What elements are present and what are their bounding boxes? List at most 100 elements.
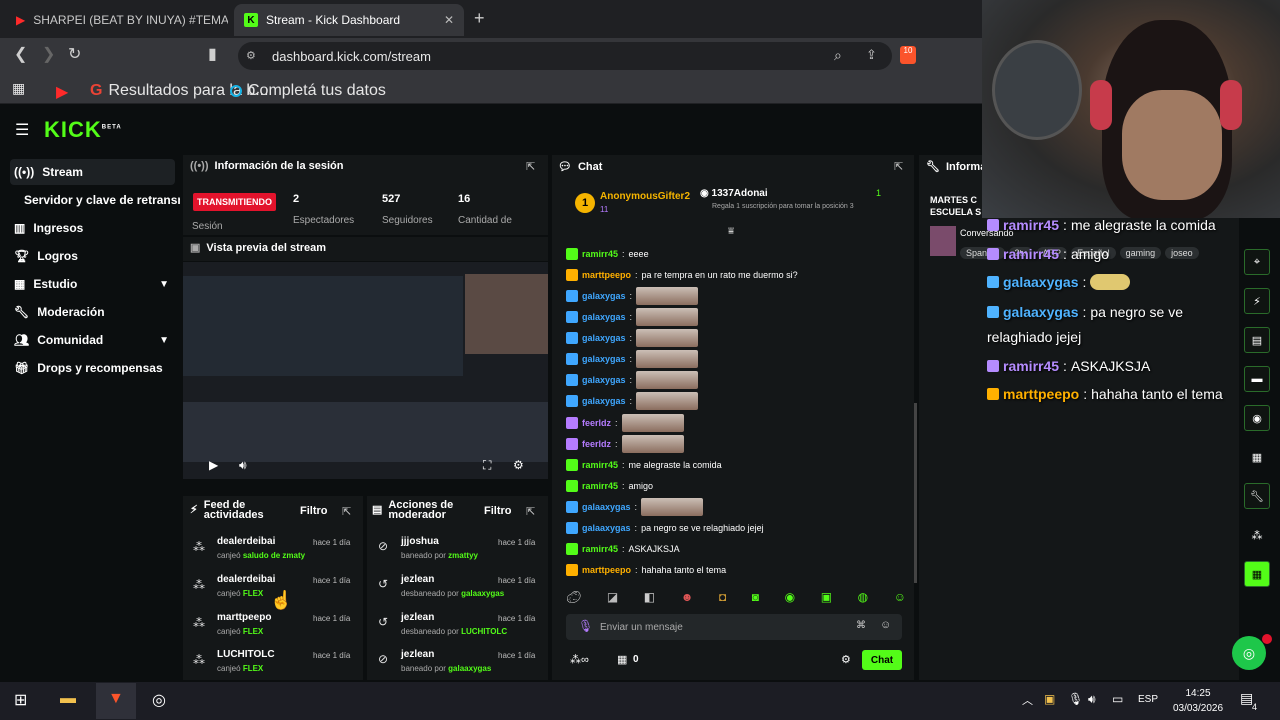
sidebar-item-comunidad[interactable]: 👥︎ Comunidad ▼ <box>10 327 175 353</box>
brave-shield-icon[interactable]: 10 <box>900 46 916 64</box>
kick-logo[interactable]: KICKBETA <box>44 117 122 143</box>
toolbar-chat-icon[interactable]: ▬ <box>1244 366 1270 392</box>
emote-icon[interactable]: ◧ <box>644 590 655 608</box>
settings-icon[interactable]: ⚙ <box>513 458 524 472</box>
tray-chevron-icon[interactable]: ︿ <box>1022 692 1033 708</box>
chat-username[interactable]: galaxygas <box>582 396 626 406</box>
site-info-icon[interactable]: ⚙ <box>246 49 256 62</box>
sidebar-item-logros[interactable]: 🏆︎ Logros <box>10 243 175 269</box>
share-icon[interactable]: ⇪ <box>866 47 877 63</box>
system-clock[interactable]: 14:25 03/03/2026 <box>1168 686 1228 716</box>
brave-browser-icon[interactable]: ▼ <box>108 690 124 708</box>
fullscreen-icon[interactable]: ⛶ <box>483 458 491 473</box>
chat-username[interactable]: marttpeepo <box>582 565 631 575</box>
chat-username[interactable]: galaaxygas <box>582 502 631 512</box>
menu-icon[interactable]: ☰ <box>15 120 29 140</box>
chat-username[interactable]: marttpeepo <box>582 270 631 280</box>
chat-username[interactable]: galaxygas <box>582 354 626 364</box>
popout-icon[interactable]: ⇱ <box>342 505 351 518</box>
chat-scrollbar[interactable] <box>914 403 917 583</box>
toolbar-list-icon[interactable]: ▦ <box>1244 444 1270 470</box>
tray-app-icon[interactable]: ▣ <box>1044 692 1055 706</box>
sidebar-item-moderacion[interactable]: 🔧︎ Moderación <box>10 299 175 325</box>
tab-kick-dashboard[interactable]: K Stream - Kick Dashboard ✕ <box>234 4 464 36</box>
feed-user[interactable]: LUCHITOLC <box>217 649 275 660</box>
sidebar-item-drops[interactable]: 🎁︎ Drops y recompensas <box>10 355 175 381</box>
mod-user[interactable]: jezlean <box>401 649 434 660</box>
zoom-icon[interactable]: ⌕ <box>834 47 842 64</box>
bookmark-datos[interactable]: Completá tus datos <box>230 82 386 100</box>
speaker-icon[interactable]: 🔊︎ <box>1088 692 1096 707</box>
mod-user[interactable]: jjjoshua <box>401 536 439 547</box>
popout-icon[interactable]: ⇱ <box>526 505 535 518</box>
chat-username[interactable]: ramirr45 <box>582 544 618 554</box>
feed-user[interactable]: dealerdeibai <box>217 536 275 547</box>
feed-filter-button[interactable]: Filtro <box>300 505 328 517</box>
popout-icon[interactable]: ⇱ <box>894 160 903 173</box>
pinned-toggle-icon[interactable]: ⩸ <box>728 226 734 237</box>
emote-icon[interactable]: ◪ <box>607 590 618 608</box>
mod-filter-button[interactable]: Filtro <box>484 505 512 517</box>
tab-music[interactable]: ▶ SHARPEI (BEAT BY INUYA) #TEMA <box>6 6 228 34</box>
microphone-icon[interactable]: 🎙︎ <box>1068 692 1083 706</box>
top-gifter-name[interactable]: AnonymousGifter2 <box>600 191 690 202</box>
back-icon[interactable]: ❮ <box>14 44 27 64</box>
emoji-icon[interactable]: ☺ <box>880 619 891 631</box>
toolbar-doc-icon[interactable]: ▤ <box>1244 327 1270 353</box>
sidebar-item-estudio[interactable]: ▦ Estudio ▼ <box>10 271 175 297</box>
emote-icon[interactable]: ☻ <box>681 590 694 608</box>
mod-user[interactable]: jezlean <box>401 574 434 585</box>
url-field[interactable]: dashboard.kick.com/stream <box>238 42 892 70</box>
chat-username[interactable]: galaxygas <box>582 291 626 301</box>
chat-username[interactable]: feerldz <box>582 418 611 428</box>
chat-username[interactable]: galaxygas <box>582 333 626 343</box>
sidebar-item-stream[interactable]: ((•)) Stream <box>10 159 175 185</box>
toolbar-bolt-icon[interactable]: ⚡︎ <box>1244 288 1270 314</box>
bookmark-icon[interactable]: ▮ <box>208 44 217 64</box>
community-icon[interactable]: ⁂∞ <box>570 653 589 666</box>
file-explorer-icon[interactable]: ▬ <box>60 690 76 708</box>
feed-user[interactable]: marttpeepo <box>217 612 271 623</box>
chat-username[interactable]: ramirr45 <box>582 481 618 491</box>
play-icon[interactable]: ▶ <box>209 458 218 472</box>
emote-icon[interactable]: ◍ <box>858 590 868 608</box>
chat-input[interactable]: Enviar un mensaje <box>566 614 902 640</box>
reload-icon[interactable]: ↻ <box>68 44 81 64</box>
toolbar-nodes-icon[interactable]: ⁂ <box>1244 522 1270 548</box>
language-indicator[interactable]: ESP <box>1138 694 1158 705</box>
sidebar-item-ingresos[interactable]: ▥ Ingresos <box>10 215 175 241</box>
popout-icon[interactable]: ⇱ <box>526 160 535 173</box>
feed-user[interactable]: dealerdeibai <box>217 574 275 585</box>
points-icon[interactable]: ▦ <box>617 653 627 666</box>
windows-start-icon[interactable]: ⊞ <box>14 690 27 710</box>
emote-icon[interactable]: ☺ <box>894 590 906 608</box>
bookmark-youtube[interactable]: ▶ <box>56 82 68 102</box>
emote-icon[interactable]: ◘ <box>719 590 726 608</box>
emote-icon[interactable]: ▣ <box>821 590 832 608</box>
second-gifter[interactable]: ◉ 1337Adonai <box>700 188 768 199</box>
toolbar-stream-icon[interactable]: ◉ <box>1244 405 1270 431</box>
forward-icon[interactable]: ❯ <box>42 44 55 64</box>
emote-icon[interactable]: 🥔︎ <box>566 590 581 608</box>
chat-username[interactable]: galaxygas <box>582 312 626 322</box>
emote-icon[interactable]: ◉ <box>785 590 795 608</box>
mod-user[interactable]: jezlean <box>401 612 434 623</box>
close-tab-icon[interactable]: ✕ <box>444 13 454 27</box>
emote-icon[interactable]: ◙ <box>752 590 759 608</box>
apps-grid-icon[interactable]: ▦ <box>12 80 25 97</box>
toolbar-clapper-icon[interactable]: ▦ <box>1244 561 1270 587</box>
chat-username[interactable]: ramirr45 <box>582 249 618 259</box>
chat-username[interactable]: galaaxygas <box>582 523 631 533</box>
chat-settings-icon[interactable]: ⚙ <box>841 653 851 666</box>
chat-username[interactable]: ramirr45 <box>582 460 618 470</box>
mic-icon[interactable]: 🎙︎ <box>578 619 593 633</box>
stream-preview[interactable]: ▶ 🔊︎ ⛶ ⚙ <box>183 262 548 479</box>
obs-icon[interactable]: ◎ <box>152 690 166 710</box>
chat-username[interactable]: galaxygas <box>582 375 626 385</box>
network-icon[interactable]: ▭ <box>1112 692 1123 706</box>
support-chat-icon[interactable]: ◎ <box>1232 636 1266 670</box>
toolbar-camera-icon[interactable]: ⌖ <box>1244 249 1270 275</box>
new-tab-button[interactable]: + <box>474 8 485 29</box>
chat-send-button[interactable]: Chat <box>862 650 902 670</box>
toolbar-wrench-icon[interactable]: 🔧︎ <box>1244 483 1270 509</box>
